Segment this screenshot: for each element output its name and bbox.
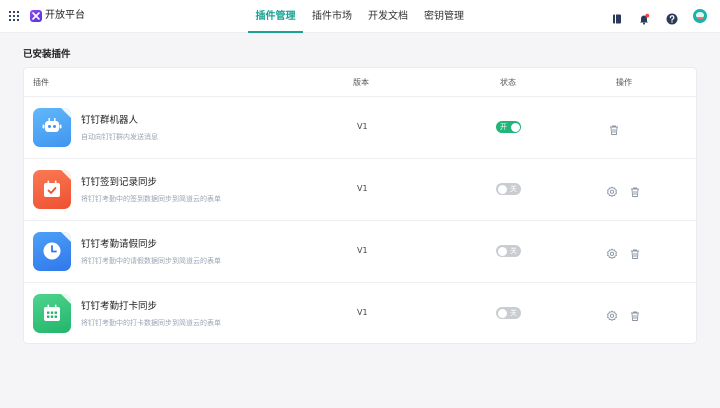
- tab-key-management[interactable]: 密钥管理: [424, 0, 464, 33]
- robot-icon: [33, 108, 71, 147]
- settings-icon[interactable]: [606, 183, 618, 197]
- plugin-version: V1: [357, 184, 368, 193]
- clock-icon: [33, 232, 71, 271]
- column-header-version: 版本: [353, 78, 369, 87]
- section-title: 已安装插件: [23, 49, 71, 60]
- column-header-status: 状态: [500, 78, 516, 87]
- table-row: 钉钉考勤请假同步 将钉钉考勤中的请假数据同步到简道云的表单 V1 关: [24, 221, 696, 283]
- plugin-description: 将钉钉考勤中的打卡数据同步到简道云的表单: [81, 319, 221, 327]
- plugin-description: 自动向钉钉群内发送消息: [81, 133, 158, 141]
- app-logo-icon: [30, 10, 42, 22]
- delete-icon[interactable]: [629, 307, 641, 321]
- table-row: 钉钉签到记录同步 将钉钉考勤中的签到数据同步到简道云的表单 V1 关: [24, 159, 696, 221]
- toggle-label: 关: [510, 309, 517, 317]
- top-header: 开放平台 插件管理 插件市场 开发文档 密钥管理: [0, 0, 720, 33]
- toggle-label: 关: [510, 185, 517, 193]
- calendar-grid-icon: [33, 294, 71, 333]
- plugin-version: V1: [357, 246, 368, 255]
- plugin-description: 将钉钉考勤中的签到数据同步到简道云的表单: [81, 195, 221, 203]
- installed-plugins-table: 插件 版本 状态 操作 钉钉群机器人 自动向钉钉群内发送消息 V1 开 钉钉签到…: [23, 67, 697, 344]
- column-header-action: 操作: [616, 78, 632, 87]
- plugin-version: V1: [357, 308, 368, 317]
- bell-icon[interactable]: [638, 10, 650, 25]
- column-header-plugin: 插件: [33, 78, 49, 87]
- notification-dot: [645, 13, 650, 18]
- toggle-label: 关: [510, 247, 517, 255]
- delete-icon[interactable]: [608, 121, 620, 135]
- plugin-description: 将钉钉考勤中的请假数据同步到简道云的表单: [81, 257, 221, 265]
- tab-plugin-market[interactable]: 插件市场: [312, 0, 352, 33]
- delete-icon[interactable]: [629, 183, 641, 197]
- tab-dev-docs[interactable]: 开发文档: [368, 0, 408, 33]
- user-avatar[interactable]: [693, 9, 707, 23]
- plugin-name: 钉钉签到记录同步: [81, 177, 158, 188]
- toggle-label: 开: [500, 123, 507, 131]
- plugin-name: 钉钉考勤请假同步: [81, 239, 158, 250]
- status-toggle[interactable]: 关: [496, 245, 521, 257]
- table-row: 钉钉考勤打卡同步 将钉钉考勤中的打卡数据同步到简道云的表单 V1 关: [24, 283, 696, 345]
- plugin-version: V1: [357, 122, 368, 131]
- table-row: 钉钉群机器人 自动向钉钉群内发送消息 V1 开: [24, 97, 696, 159]
- grid-menu-icon[interactable]: [9, 11, 19, 21]
- delete-icon[interactable]: [629, 245, 641, 259]
- plugin-name: 钉钉群机器人: [81, 115, 139, 126]
- settings-icon[interactable]: [606, 245, 618, 259]
- help-icon[interactable]: [666, 10, 678, 25]
- book-icon[interactable]: [611, 10, 623, 24]
- status-toggle[interactable]: 关: [496, 183, 521, 195]
- app-title: 开放平台: [45, 10, 85, 21]
- tab-plugin-management[interactable]: 插件管理: [248, 0, 303, 33]
- status-toggle[interactable]: 关: [496, 307, 521, 319]
- status-toggle[interactable]: 开: [496, 121, 521, 133]
- calendar-check-icon: [33, 170, 71, 209]
- plugin-name: 钉钉考勤打卡同步: [81, 301, 158, 312]
- settings-icon[interactable]: [606, 307, 618, 321]
- table-header: 插件 版本 状态 操作: [24, 68, 696, 97]
